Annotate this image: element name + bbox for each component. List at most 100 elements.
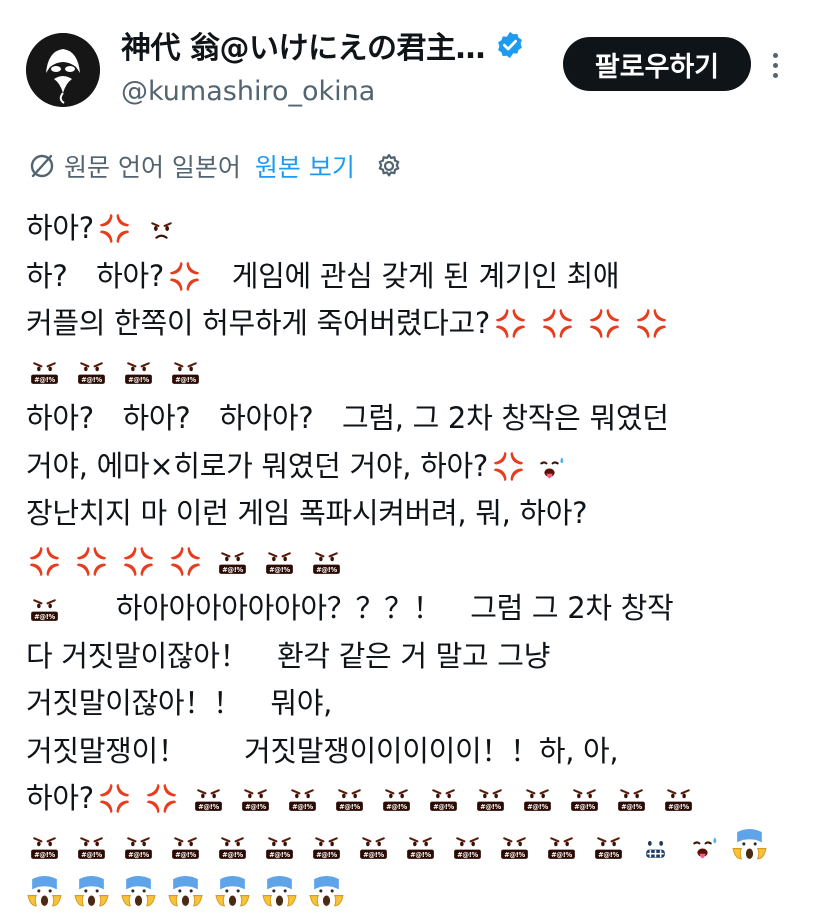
svg-text:#@!%: #@!% [504,851,525,859]
face-with-symbols-on-mouth-icon: #@!% [308,828,345,865]
face-with-symbols-on-mouth-icon: #@!% [26,590,63,627]
svg-text:#@!%: #@!% [316,566,337,574]
anger-symbol-icon [539,305,576,342]
face-with-symbols-on-mouth-icon: #@!% [590,828,627,865]
face-with-symbols-on-mouth-icon: #@!% [167,353,204,390]
tweet-line [26,870,796,918]
tweet-text-segment: 게임에 관심 갖게 된 계기인 최애 [203,258,620,293]
face-with-symbols-on-mouth-icon: #@!% [660,780,697,817]
face-with-symbols-on-mouth-icon: #@!% [190,780,227,817]
tweet-line: 하아? #@!% #@!% #@!% #@!% #@!% #@!% #@!% #@!% #@!%… [26,775,796,823]
follow-button[interactable]: 팔로우하기 [563,37,751,91]
anger-symbol-icon [96,210,133,247]
face-with-symbols-on-mouth-icon: #@!% [519,780,556,817]
tweet-line: 거짓말쟁이！ 거짓말쟁이이이이이！！하, 아, [26,728,796,776]
svg-text:#@!%: #@!% [175,851,196,859]
face-with-symbols-on-mouth-icon: #@!% [378,780,415,817]
svg-text:#@!%: #@!% [245,803,266,811]
show-original-link[interactable]: 원본 보기 [255,148,355,184]
svg-text:#@!%: #@!% [316,851,337,859]
face-with-symbols-on-mouth-icon: #@!% [308,543,345,580]
tweet-text-segment: 하아? [26,211,94,245]
gear-icon[interactable] [375,152,403,180]
svg-text:#@!%: #@!% [598,851,619,859]
tweet-line: 커플의 한쪽이 허무하게 죽어버렸다고? [26,300,796,348]
pouting-face-icon [143,210,180,247]
face-screaming-in-fear-icon [731,828,768,865]
svg-text:#@!%: #@!% [128,376,149,384]
face-with-symbols-on-mouth-icon: #@!% [26,828,63,865]
hot-face-icon [531,448,568,485]
anger-symbol-icon [586,305,623,342]
svg-text:#@!%: #@!% [34,613,55,621]
svg-text:#@!%: #@!% [551,851,572,859]
name-row: 神代 翁@いけにえの君主… [121,23,525,67]
tweet-line: 장난치지 마 이런 게임 폭파시켜버려, 뭐, 하아? [26,490,796,538]
svg-text:#@!%: #@!% [269,566,290,574]
face-with-symbols-on-mouth-icon: #@!% [261,543,298,580]
svg-text:#@!%: #@!% [34,851,55,859]
tweet-line: 하? 하아? 게임에 관심 갖게 된 계기인 최애 [26,253,796,301]
anger-symbol-icon [490,448,527,485]
face-with-symbols-on-mouth-icon: #@!% [120,353,157,390]
face-with-symbols-on-mouth-icon: #@!% [472,780,509,817]
tweet-text-segment: 거짓말쟁이！ 거짓말쟁이이이이이！！하, 아, [26,733,619,768]
face-with-symbols-on-mouth-icon: #@!% [284,780,321,817]
face-with-symbols-on-mouth-icon: #@!% [73,828,110,865]
face-screaming-in-fear-icon [308,875,345,912]
verified-badge-icon [498,31,522,59]
face-screaming-in-fear-icon [214,875,251,912]
face-with-symbols-on-mouth-icon: #@!% [331,780,368,817]
svg-text:#@!%: #@!% [433,803,454,811]
anger-symbol-icon [26,543,63,580]
svg-text:#@!%: #@!% [668,803,689,811]
avatar-image [26,33,100,107]
anger-symbol-icon [120,543,157,580]
tweet-line: #@!% 하아아아아아아아？？？！ 그럼 그 2차 창작 [26,585,796,633]
tweet-text-segment: 하아? 하아? 하아아? 그럼, 그 2차 창작은 뭐였던 [26,401,669,435]
svg-text:#@!%: #@!% [363,851,384,859]
anger-symbol-icon [166,258,203,295]
face-with-symbols-on-mouth-icon: #@!% [566,780,603,817]
svg-text:#@!%: #@!% [292,803,313,811]
tweet-line: 거야, 에마×히로가 뭐였던 거야, 하아? [26,443,796,491]
face-with-symbols-on-mouth-icon: #@!% [496,828,533,865]
face-screaming-in-fear-icon [73,875,110,912]
more-options-icon[interactable] [764,44,786,86]
tweet-text-segment: 하? 하아? [26,258,165,293]
face-with-symbols-on-mouth-icon: #@!% [402,828,439,865]
face-with-symbols-on-mouth-icon: #@!% [214,543,251,580]
translate-globe-icon [30,154,54,178]
user-handle[interactable]: @kumashiro_okina [121,76,375,107]
tweet-text-segment: 거짓말이잖아！！ 뭐야, [26,686,333,720]
hot-face-icon [684,828,721,865]
face-with-symbols-on-mouth-icon: #@!% [449,828,486,865]
tweet-line: 다 거짓말이잖아！ 환각 같은 거 말고 그냥 [26,633,796,681]
tweet-line: 하아? [26,205,796,253]
anger-symbol-icon [143,780,180,817]
tweet-text: 하아? 하? 하아? 게임에 관심 갖게 된 계기인 최애 커플의 한쪽이 허무… [26,205,796,918]
tweet-header: 神代 翁@いけにえの君主… @kumashiro_okina 팔로우하기 [0,0,816,130]
face-with-symbols-on-mouth-icon: #@!% [355,828,392,865]
anger-symbol-icon [96,780,133,817]
svg-text:#@!%: #@!% [621,803,642,811]
svg-text:#@!%: #@!% [457,851,478,859]
display-name[interactable]: 神代 翁@いけにえの君主… [121,23,485,67]
translation-bar: 원문 언어 일본어 원본 보기 [28,146,403,186]
tweet-text-segment: 다 거짓말이잖아！ 환각 같은 거 말고 그냥 [26,638,551,673]
anger-symbol-icon [633,305,670,342]
tweet-text-segment: 거야, 에마×히로가 뭐였던 거야, 하아? [26,448,488,483]
svg-text:#@!%: #@!% [81,376,102,384]
tweet-text-segment: 하아아아아아아아？？？！ 그럼 그 2차 창작 [87,591,674,625]
svg-text:#@!%: #@!% [480,803,501,811]
tweet-line: #@!% #@!% #@!% #@!% [26,348,796,396]
anger-symbol-icon [167,543,204,580]
tweet-text-segment: 장난치지 마 이런 게임 폭파시켜버려, 뭐, 하아? [26,496,588,530]
tweet-line: #@!% #@!% #@!% #@!% #@!% #@!% #@!% #@!% #@!% #@!%… [26,823,796,871]
avatar[interactable] [26,33,100,107]
svg-text:#@!%: #@!% [339,803,360,811]
tweet-line: 하아? 하아? 하아아? 그럼, 그 2차 창작은 뭐였던 [26,395,796,443]
tweet-line: #@!% #@!% #@!% [26,538,796,586]
svg-text:#@!%: #@!% [198,803,219,811]
svg-text:#@!%: #@!% [386,803,407,811]
